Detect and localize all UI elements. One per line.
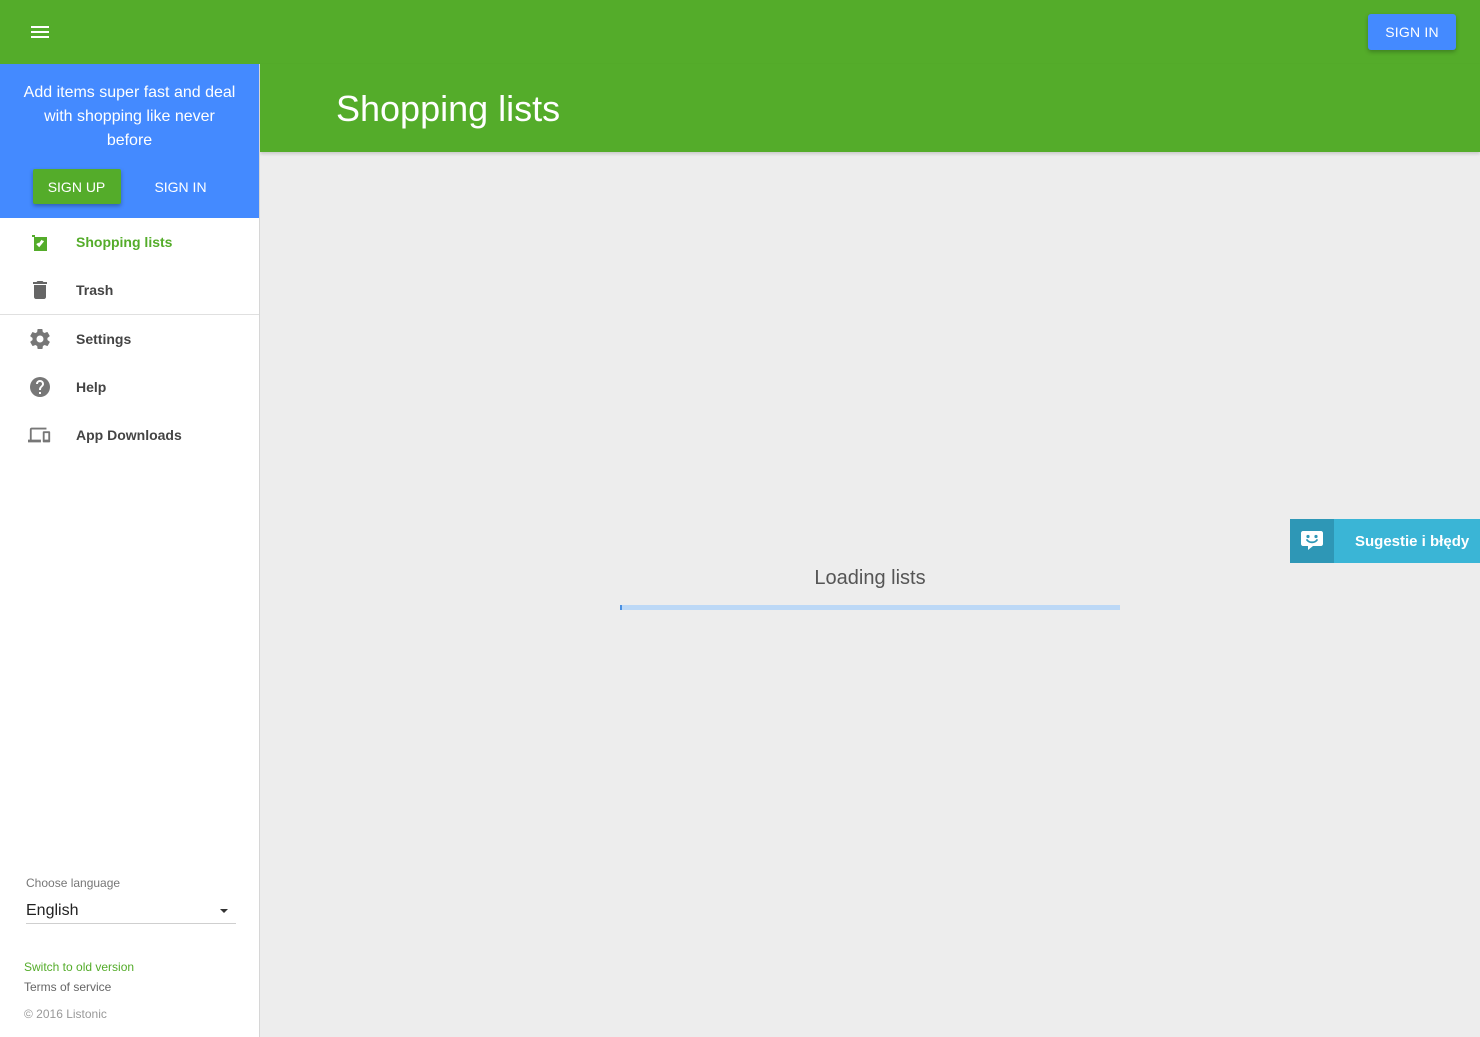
gear-icon xyxy=(28,327,52,351)
signup-button[interactable]: SIGN UP xyxy=(32,169,121,204)
list-check-icon xyxy=(28,230,52,254)
language-label: Choose language xyxy=(26,876,121,890)
loading-text: Loading lists xyxy=(814,567,926,589)
devices-icon xyxy=(28,423,52,447)
terms-of-service-link[interactable]: Terms of service xyxy=(24,980,134,994)
sidebar-item-trash[interactable]: Trash xyxy=(0,266,259,314)
sidebar-item-label: Help xyxy=(76,379,107,395)
sidebar-item-help[interactable]: Help xyxy=(0,363,259,411)
page-title: Shopping lists xyxy=(336,88,561,129)
sidebar-item-label: Shopping lists xyxy=(76,234,173,250)
signup-promo: Add items super fast and deal with shopp… xyxy=(0,64,259,218)
menu-icon xyxy=(31,26,49,38)
sidebar-footer: Switch to old version Terms of service ©… xyxy=(24,960,134,1021)
language-block: Choose language English xyxy=(26,876,236,924)
feedback-label: Sugestie i błędy xyxy=(1355,532,1470,550)
sidebar-item-settings[interactable]: Settings xyxy=(0,315,259,363)
language-select[interactable]: English xyxy=(26,898,236,924)
top-app-bar: SIGN IN xyxy=(0,0,1480,64)
menu-button[interactable] xyxy=(20,12,60,52)
sidebar-item-label: Trash xyxy=(76,282,114,298)
sidebar-item-shopping-lists[interactable]: Shopping lists xyxy=(0,218,259,266)
promo-buttons: SIGN UP SIGN IN xyxy=(20,169,239,204)
sidebar-signin-button[interactable]: SIGN IN xyxy=(135,169,227,204)
sidebar: Add items super fast and deal with shopp… xyxy=(0,64,260,1037)
loading-progress-bar xyxy=(620,605,1120,610)
language-value: English xyxy=(26,901,79,919)
copyright-text: © 2016 Listonic xyxy=(24,1007,107,1021)
dropdown-arrow-icon xyxy=(220,908,228,913)
signin-button[interactable]: SIGN IN xyxy=(1368,14,1456,50)
help-icon xyxy=(28,375,52,399)
sidebar-item-app-downloads[interactable]: App Downloads xyxy=(0,411,259,459)
trash-icon xyxy=(28,278,52,302)
feedback-face-icon xyxy=(1290,519,1334,563)
main-header: Shopping lists xyxy=(260,64,1480,152)
progress-fill xyxy=(620,605,622,610)
sidebar-item-label: App Downloads xyxy=(76,427,182,443)
promo-text: Add items super fast and deal with shopp… xyxy=(23,84,236,149)
sidebar-item-label: Settings xyxy=(76,331,132,347)
feedback-button[interactable]: Sugestie i błędy xyxy=(1290,519,1480,563)
switch-old-version-link[interactable]: Switch to old version xyxy=(24,960,134,974)
